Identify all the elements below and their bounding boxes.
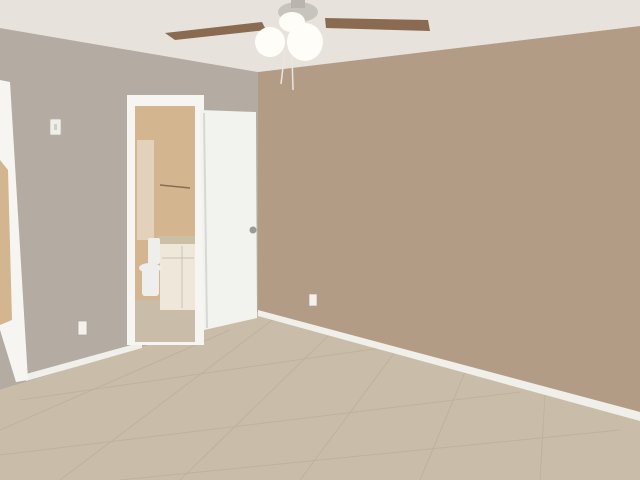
- bedroom-door[interactable]: [200, 110, 257, 330]
- door-knob-icon[interactable]: [249, 226, 257, 234]
- vanity-countertop: [158, 236, 195, 245]
- bedroom-scene: [0, 0, 640, 480]
- fan-light-globe: [279, 12, 305, 32]
- vanity-cabinet: [160, 244, 195, 310]
- shower-recess: [137, 140, 154, 240]
- outlet-icon: [77, 320, 88, 336]
- fan-light-globe: [255, 27, 285, 57]
- outlet-icon: [308, 293, 318, 307]
- fan-pull-chain[interactable]: [291, 54, 294, 91]
